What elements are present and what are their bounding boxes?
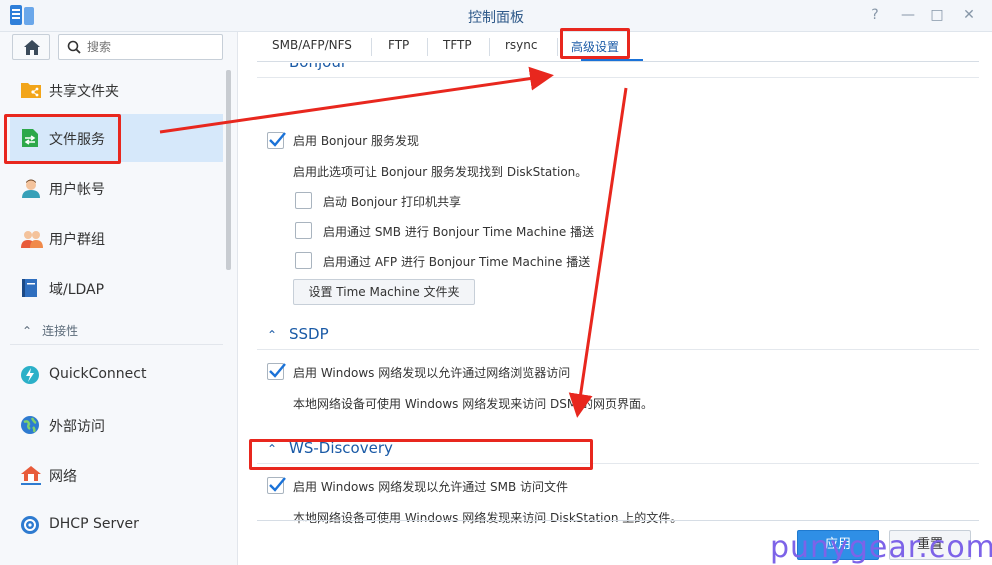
sidebar-item-label: 用户群组 <box>49 232 105 248</box>
sidebar-item-label: 域/LDAP <box>49 282 105 298</box>
minimize-button[interactable]: — <box>899 6 917 24</box>
tab-ftp[interactable]: FTP <box>388 38 409 52</box>
watermark: punygear.com <box>770 530 992 565</box>
user-icon <box>20 178 40 198</box>
sidebar-item-dhcp[interactable]: DHCP Server <box>10 501 223 549</box>
tab-smb-afp-nfs[interactable]: SMB/AFP/NFS <box>272 38 352 52</box>
sidebar-item-label: 用户帐号 <box>49 182 105 198</box>
time-machine-folder-button[interactable]: 设置 Time Machine 文件夹 <box>293 279 475 305</box>
active-tab-indicator <box>581 59 643 61</box>
bonjour-afp-tm-label: 启用通过 AFP 进行 Bonjour Time Machine 播送 <box>323 255 591 269</box>
sidebar-item-ldap[interactable]: 域/LDAP <box>10 264 223 312</box>
tab-tftp[interactable]: TFTP <box>443 38 472 52</box>
sidebar-item-external-access[interactable]: 外部访问 <box>10 401 223 449</box>
group-icon <box>20 228 43 248</box>
checkmark-icon <box>269 363 286 378</box>
search-icon <box>67 40 81 54</box>
sidebar-item-label: 网络 <box>49 469 77 485</box>
checkmark-icon <box>269 477 286 492</box>
external-access-icon <box>20 415 40 435</box>
main-panel: SMB/AFP/NFS FTP TFTP rsync 高级设置 ⌃Bonjour… <box>239 32 992 565</box>
wsd-enable-checkbox[interactable] <box>267 477 286 494</box>
section-title-ssdp[interactable]: ⌃ SSDP <box>267 325 329 343</box>
bonjour-printer-label: 启动 Bonjour 打印机共享 <box>323 195 462 209</box>
bonjour-afp-tm-checkbox[interactable] <box>295 252 312 269</box>
quickconnect-icon <box>20 365 40 385</box>
highlight-wsd-option <box>249 439 593 470</box>
bonjour-smb-tm-checkbox[interactable] <box>295 222 312 239</box>
section-header-connectivity[interactable]: ⌃ 连接性 <box>22 322 78 339</box>
sidebar-item-group[interactable]: 用户群组 <box>10 214 223 262</box>
maximize-button[interactable]: □ <box>928 6 946 24</box>
section-title-bonjour[interactable]: ⌃Bonjour <box>267 63 347 71</box>
chevron-up-icon: ⌃ <box>267 63 278 70</box>
home-icon <box>24 40 40 55</box>
sidebar-item-label: DHCP Server <box>49 516 139 532</box>
bonjour-printer-checkbox[interactable] <box>295 192 312 209</box>
highlight-file-services <box>4 114 121 164</box>
sidebar-item-shared-folder[interactable]: 共享文件夹 <box>10 66 223 114</box>
chevron-up-icon: ⌃ <box>22 324 33 338</box>
divider <box>10 344 223 345</box>
close-button[interactable]: ✕ <box>960 6 978 24</box>
shared-folder-icon <box>20 80 41 100</box>
sidebar-item-quickconnect[interactable]: QuickConnect <box>10 351 223 399</box>
highlight-advanced-tab <box>560 28 630 59</box>
title-bar: 控制面板 ? — □ ✕ <box>0 0 992 32</box>
wsd-description: 本地网络设备可使用 Windows 网络发现来访问 DiskStation 上的… <box>293 511 683 525</box>
home-button[interactable] <box>12 34 50 60</box>
wsd-enable-label: 启用 Windows 网络发现以允许通过 SMB 访问文件 <box>293 480 569 494</box>
checkmark-icon <box>269 132 286 147</box>
bonjour-enable-label: 启用 Bonjour 服务发现 <box>293 134 420 148</box>
chevron-up-icon: ⌃ <box>267 328 278 342</box>
help-button[interactable]: ? <box>866 6 884 24</box>
ssdp-enable-checkbox[interactable] <box>267 363 286 380</box>
search-input[interactable] <box>87 38 217 56</box>
bonjour-enable-checkbox[interactable] <box>267 132 286 149</box>
tab-rsync[interactable]: rsync <box>505 38 538 52</box>
ssdp-enable-label: 启用 Windows 网络发现以允许通过网络浏览器访问 <box>293 366 571 380</box>
sidebar-item-user[interactable]: 用户帐号 <box>10 164 223 212</box>
sidebar-item-label: 外部访问 <box>49 419 105 435</box>
settings-content: ⌃Bonjour 启用 Bonjour 服务发现 启用此选项可让 Bonjour… <box>257 63 979 551</box>
dhcp-icon <box>20 515 40 535</box>
bonjour-description: 启用此选项可让 Bonjour 服务发现找到 DiskStation。 <box>293 165 588 179</box>
network-icon <box>20 465 41 485</box>
window-title: 控制面板 <box>468 10 524 26</box>
sidebar-item-network[interactable]: 网络 <box>10 451 223 499</box>
sidebar-scrollbar[interactable] <box>226 70 231 270</box>
ssdp-description: 本地网络设备可使用 Windows 网络发现来访问 DSM 的网页界面。 <box>293 397 654 411</box>
ldap-icon <box>20 278 40 298</box>
bonjour-smb-tm-label: 启用通过 SMB 进行 Bonjour Time Machine 播送 <box>323 225 595 239</box>
sidebar-item-label: QuickConnect <box>49 366 147 382</box>
sidebar: 共享文件夹 文件服务 用户帐号 用户群组 域/LDAP ⌃连接性 QuickCo… <box>0 32 238 565</box>
search-box[interactable] <box>58 34 223 60</box>
sidebar-item-label: 共享文件夹 <box>49 84 119 100</box>
